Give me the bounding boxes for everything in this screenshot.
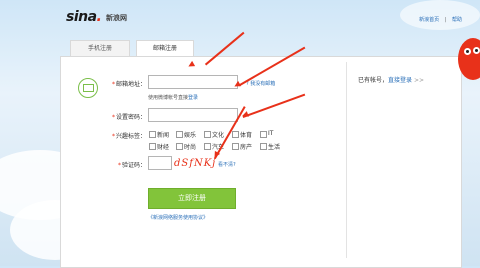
sina-mascot-icon <box>458 38 480 80</box>
interest-checkbox-sports[interactable] <box>232 131 239 138</box>
section-divider <box>346 62 347 258</box>
interest-fashion-label: 时尚 <box>184 144 197 151</box>
no-email-hint[interactable]: ? 我没有邮箱 <box>246 80 275 87</box>
interest-news-label: 新闻 <box>157 132 170 139</box>
captcha-label: *验证码： <box>117 162 146 169</box>
logo-subtitle: 新浪网 <box>106 14 127 22</box>
weibo-login-hint: 使用微博帐号直接登录 <box>148 95 199 101</box>
interest-entertainment-label: 娱乐 <box>184 132 197 139</box>
interest-label: *兴趣标签： <box>111 133 146 140</box>
sina-logo[interactable]: sina. <box>66 9 102 25</box>
interest-it-label: IT <box>268 130 274 137</box>
home-link[interactable]: 新浪首页 <box>419 17 439 23</box>
interest-checkbox-news[interactable] <box>149 131 156 138</box>
interest-checkbox-life[interactable] <box>260 143 267 150</box>
interest-realestate-label: 房产 <box>240 144 253 151</box>
email-label: *邮箱地址： <box>111 81 146 88</box>
interest-checkbox-culture[interactable] <box>204 131 211 138</box>
captcha-refresh-link[interactable]: 看不清? <box>218 161 236 168</box>
weibo-login-link[interactable]: 登录 <box>188 95 198 101</box>
login-arrow-icon: >> <box>413 77 425 84</box>
top-links: 新浪首页 | 帮助 <box>419 17 462 23</box>
login-prompt: 已有帐号，直接登录 >> <box>358 77 425 84</box>
interest-checkbox-realestate[interactable] <box>232 143 239 150</box>
interest-checkbox-fashion[interactable] <box>176 143 183 150</box>
password-input[interactable] <box>148 108 238 122</box>
baidu-watermark-url: jingyan.baidu.com <box>392 246 439 252</box>
interest-checkbox-it[interactable] <box>260 131 267 138</box>
password-label: *设置密码： <box>111 114 146 121</box>
interest-checkbox-finance[interactable] <box>149 143 156 150</box>
tab-mobile-register[interactable]: 手机注册 <box>70 40 130 57</box>
interest-finance-label: 财经 <box>157 144 170 151</box>
captcha-image: dSfNKj <box>174 158 217 169</box>
service-agreement-link[interactable]: 《新浪网络服务使用协议》 <box>148 214 208 221</box>
top-bar: sina. 新浪网 新浪首页 | 帮助 <box>60 0 470 30</box>
interest-culture-label: 文化 <box>212 132 225 139</box>
interest-sports-label: 体育 <box>240 132 253 139</box>
help-link[interactable]: 帮助 <box>452 17 462 23</box>
email-input[interactable] <box>148 75 238 89</box>
baidu-watermark: Bai经验 <box>362 221 415 237</box>
register-submit-button[interactable]: 立即注册 <box>148 188 236 209</box>
interest-checkbox-entertainment[interactable] <box>176 131 183 138</box>
interest-life-label: 生活 <box>268 144 281 151</box>
login-link[interactable]: 直接登录 <box>388 77 412 84</box>
interest-checkbox-auto[interactable] <box>204 143 211 150</box>
captcha-input[interactable] <box>148 156 172 170</box>
